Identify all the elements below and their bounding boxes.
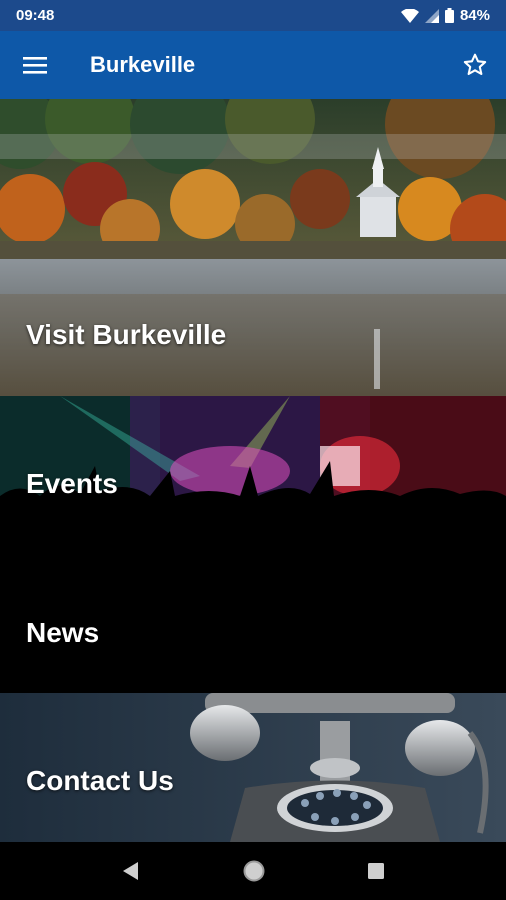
- wifi-icon: [400, 8, 419, 23]
- tile-label: Contact Us: [26, 765, 174, 796]
- back-triangle-icon[interactable]: [120, 860, 142, 882]
- signal-icon: [424, 8, 439, 23]
- system-nav-bar: [0, 842, 506, 900]
- star-outline-icon[interactable]: [462, 52, 488, 78]
- autumn-lake-church-photo: [0, 99, 506, 396]
- tile-label: Visit Burkeville: [26, 319, 227, 350]
- battery-icon: [444, 8, 454, 23]
- recents-square-icon[interactable]: [366, 861, 386, 881]
- tile-visit-burkeville[interactable]: Visit Burkeville: [0, 99, 506, 396]
- tile-news[interactable]: News: [0, 545, 506, 693]
- status-icons: 84%: [400, 7, 490, 24]
- hamburger-menu-icon[interactable]: [22, 55, 48, 75]
- tile-contact-us[interactable]: Contact Us: [0, 693, 506, 842]
- status-bar: 09:48 84%: [0, 0, 506, 31]
- app-bar: Burkeville: [0, 31, 506, 99]
- battery-percent: 84%: [459, 7, 490, 24]
- status-time: 09:48: [16, 7, 55, 24]
- tile-label: News: [26, 617, 100, 648]
- home-circle-icon[interactable]: [242, 859, 266, 883]
- app-title: Burkeville: [90, 52, 196, 77]
- tile-label: Events: [26, 468, 118, 499]
- tile-events[interactable]: Events: [0, 396, 506, 545]
